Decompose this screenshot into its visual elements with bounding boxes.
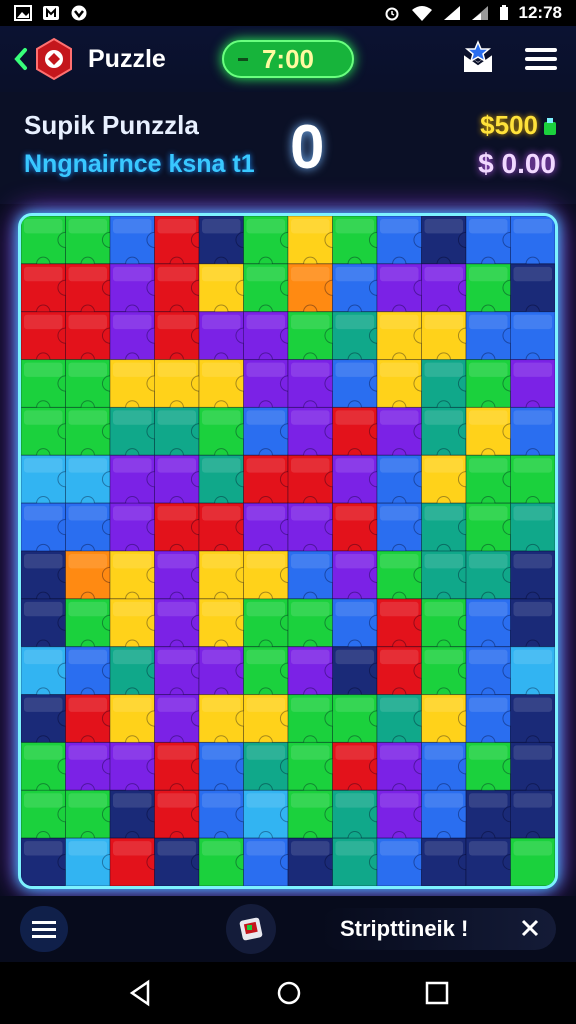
system-nav-bar xyxy=(0,962,576,1024)
puzzle-board[interactable] xyxy=(18,213,558,889)
bottom-bar: Stripttineik ! xyxy=(0,896,576,962)
status-time: 12:78 xyxy=(518,3,562,22)
hamburger-menu-icon[interactable] xyxy=(522,42,560,76)
timer-dash-icon xyxy=(238,58,248,61)
puzzle-piece[interactable] xyxy=(510,837,556,886)
signal-icon xyxy=(443,6,460,20)
puzzle-piece[interactable] xyxy=(510,646,556,702)
puzzle-piece[interactable] xyxy=(510,741,556,798)
wifi-icon xyxy=(411,6,432,21)
nav-home-icon[interactable] xyxy=(274,978,304,1008)
puzzle-piece[interactable] xyxy=(510,694,556,750)
score-value: 0 xyxy=(290,113,325,182)
alarm-icon xyxy=(385,7,399,21)
timer-value: 7:00 xyxy=(261,43,315,74)
puzzle-piece[interactable] xyxy=(510,263,556,319)
close-icon[interactable] xyxy=(518,916,542,940)
gallery-icon xyxy=(14,5,32,21)
puzzle-piece[interactable] xyxy=(510,454,556,511)
puzzle-piece[interactable] xyxy=(510,789,556,846)
battery-icon xyxy=(499,5,508,20)
puzzle-piece[interactable] xyxy=(510,598,556,654)
signal-icon xyxy=(471,6,488,20)
list-menu-icon xyxy=(32,921,56,938)
puzzle-piece[interactable] xyxy=(510,311,556,367)
shield-icon xyxy=(71,5,87,21)
balance-value: $ 0.00 xyxy=(478,148,556,179)
puzzle-piece[interactable] xyxy=(510,216,556,272)
puzzle-piece[interactable] xyxy=(510,359,556,415)
puzzle-grid[interactable] xyxy=(21,216,555,886)
puzzle-piece[interactable] xyxy=(510,502,556,559)
app-bar: Puzzle 7:00 xyxy=(0,26,576,92)
nav-back-icon[interactable] xyxy=(126,978,156,1008)
list-menu-button[interactable] xyxy=(20,906,68,952)
coins-value: $500 xyxy=(480,110,538,140)
hint-pill[interactable]: Stripttineik ! xyxy=(320,908,556,950)
status-right-icons: 12:78 xyxy=(383,3,562,23)
puzzle-info-panel: Supik Punzzla Nngnairnce ksna t1 0 $500 … xyxy=(0,92,576,204)
back-chevron-icon xyxy=(14,48,27,70)
back-button[interactable] xyxy=(10,39,32,79)
page-title: Puzzle xyxy=(88,44,166,73)
status-left-icons xyxy=(14,5,88,21)
nav-recents-icon[interactable] xyxy=(422,978,452,1008)
coin-bag-icon xyxy=(544,117,556,135)
puzzle-piece[interactable] xyxy=(510,550,556,607)
coins-badge: $500 xyxy=(480,110,558,141)
status-bar: 12:78 xyxy=(0,0,576,26)
puzzle-subtitle: Nngnairnce ksna t1 xyxy=(24,150,255,178)
star-mail-icon[interactable] xyxy=(460,40,496,76)
hint-pill-label: Stripttineik ! xyxy=(340,916,469,941)
puzzle-book-button[interactable] xyxy=(226,904,276,954)
puzzle-book-icon xyxy=(239,917,263,941)
app-logo-icon[interactable] xyxy=(32,37,76,81)
timer-badge: 7:00 xyxy=(222,40,354,78)
puzzle-piece[interactable] xyxy=(510,406,556,463)
app-icon xyxy=(43,6,59,20)
puzzle-name: Supik Punzzla xyxy=(24,110,199,140)
